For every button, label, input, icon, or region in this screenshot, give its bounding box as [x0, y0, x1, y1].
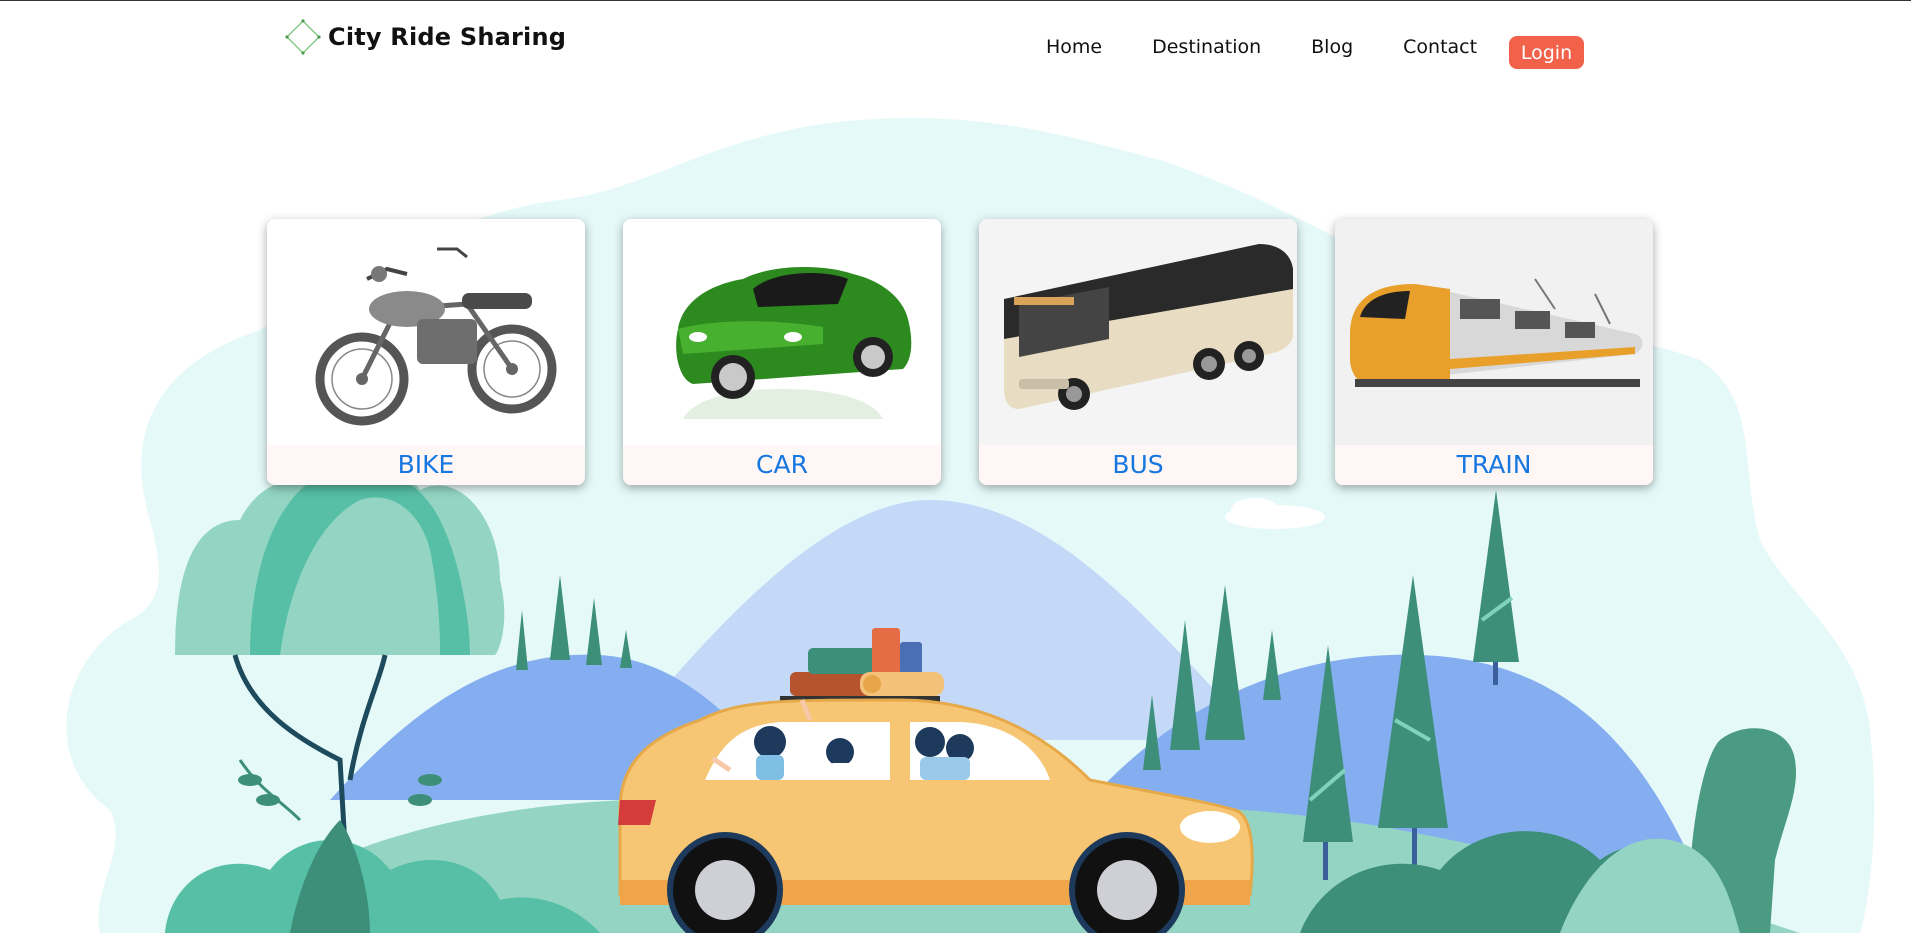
main-nav: Home Destination Blog Contact	[1046, 36, 1527, 58]
brand-name: City Ride Sharing	[328, 23, 567, 51]
nav-blog[interactable]: Blog	[1311, 36, 1353, 58]
vehicle-card-car[interactable]: CAR	[623, 219, 941, 485]
vehicle-label-car: CAR	[623, 445, 941, 485]
nav-home[interactable]: Home	[1046, 36, 1102, 58]
nav-contact[interactable]: Contact	[1403, 36, 1477, 58]
vehicle-label-bike: BIKE	[267, 445, 585, 485]
car-image	[623, 219, 941, 445]
login-button[interactable]: Login	[1509, 36, 1584, 69]
train-image	[1335, 219, 1653, 445]
vehicle-card-bike[interactable]: BIKE	[267, 219, 585, 485]
nav-destination[interactable]: Destination	[1152, 36, 1261, 58]
vehicle-label-train: TRAIN	[1335, 445, 1653, 485]
site-header: City Ride Sharing Home Destination Blog …	[0, 0, 1911, 90]
brand[interactable]: City Ride Sharing	[284, 18, 566, 56]
vehicle-label-bus: BUS	[979, 445, 1297, 485]
vehicle-card-bus[interactable]: BUS	[979, 219, 1297, 485]
vehicle-card-train[interactable]: TRAIN	[1335, 219, 1653, 485]
bus-image	[979, 219, 1297, 445]
motorcycle-image	[267, 219, 585, 445]
diamond-logo-icon	[285, 19, 321, 55]
